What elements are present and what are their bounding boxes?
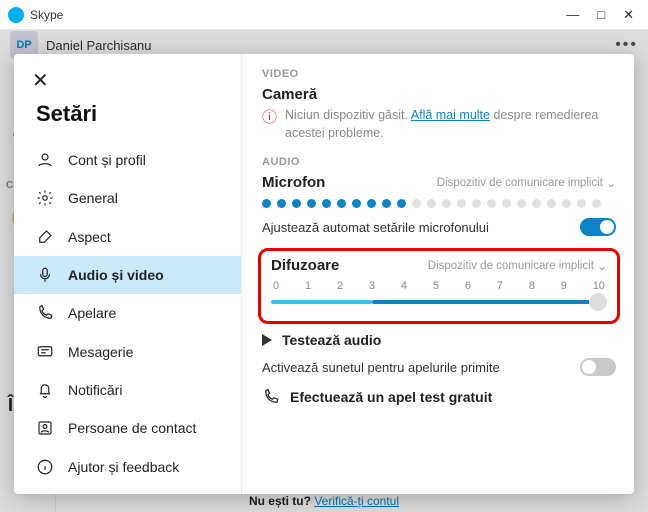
- audio-section-label: AUDIO: [262, 156, 616, 168]
- volume-slider-thumb[interactable]: [589, 293, 607, 311]
- microphone-device-select[interactable]: Dispozitiv de comunicare implicit: [437, 176, 616, 190]
- sidebar-item-audio-video[interactable]: Audio și video: [14, 256, 241, 294]
- settings-title: Setări: [14, 95, 241, 141]
- sidebar-item-messaging[interactable]: Mesagerie: [14, 333, 241, 371]
- ring-incoming-toggle[interactable]: [580, 358, 616, 376]
- no-device-text: Niciun dispozitiv găsit. Află mai multe …: [285, 107, 616, 142]
- speakers-device-select[interactable]: Dispozitiv de comunicare implicit: [428, 259, 607, 273]
- auto-adjust-toggle[interactable]: [580, 218, 616, 236]
- warning-icon: ⓘ: [262, 107, 277, 128]
- ring-incoming-label: Activează sunetul pentru apelurile primi…: [262, 360, 500, 375]
- message-icon: [36, 343, 54, 361]
- minimize-button[interactable]: —: [566, 7, 579, 23]
- video-section-label: VIDEO: [262, 68, 616, 80]
- brush-icon: [36, 228, 54, 246]
- phone-icon: [36, 304, 54, 322]
- speakers-heading: Difuzoare: [271, 257, 339, 274]
- maximize-button[interactable]: □: [597, 7, 605, 23]
- info-icon: [36, 458, 54, 476]
- contacts-icon: [36, 419, 54, 437]
- camera-heading: Cameră: [262, 86, 616, 103]
- play-icon: [262, 334, 272, 346]
- test-call-button[interactable]: Efectuează un apel test gratuit: [262, 388, 616, 406]
- sidebar-item-contacts[interactable]: Persoane de contact: [14, 409, 241, 447]
- sidebar-item-general[interactable]: General: [14, 179, 241, 217]
- sidebar-item-notifications[interactable]: Notificări: [14, 371, 241, 409]
- volume-ticks: 012345678910: [271, 280, 607, 292]
- sidebar-item-help[interactable]: Ajutor și feedback: [14, 448, 241, 486]
- test-audio-button[interactable]: Testează audio: [262, 332, 616, 348]
- settings-panel: ✕ Setări Cont și profil General Aspect A…: [14, 54, 634, 494]
- gear-icon: [36, 189, 54, 207]
- user-icon: [36, 151, 54, 169]
- sidebar-item-label: Mesagerie: [68, 344, 133, 360]
- sidebar-item-label: General: [68, 190, 118, 206]
- settings-content: VIDEO Cameră ⓘ Niciun dispozitiv găsit. …: [242, 54, 634, 494]
- settings-sidebar: ✕ Setări Cont și profil General Aspect A…: [14, 54, 242, 494]
- sidebar-item-appearance[interactable]: Aspect: [14, 218, 241, 256]
- sidebar-item-label: Notificări: [68, 382, 122, 398]
- microphone-icon: [36, 266, 54, 284]
- sidebar-item-label: Audio și video: [68, 267, 164, 283]
- learn-more-link[interactable]: Află mai multe: [411, 108, 490, 122]
- bell-icon: [36, 381, 54, 399]
- volume-slider[interactable]: [271, 295, 607, 309]
- sidebar-item-calling[interactable]: Apelare: [14, 294, 241, 332]
- sidebar-item-label: Aspect: [68, 229, 111, 245]
- app-icon: [8, 7, 24, 23]
- sidebar-item-label: Ajutor și feedback: [68, 459, 179, 475]
- sidebar-item-label: Persoane de contact: [68, 420, 196, 436]
- sidebar-item-account[interactable]: Cont și profil: [14, 141, 241, 179]
- close-icon[interactable]: ✕: [14, 62, 241, 95]
- sidebar-item-label: Cont și profil: [68, 152, 146, 168]
- phone-icon: [262, 388, 280, 406]
- microphone-heading: Microfon: [262, 174, 325, 191]
- close-button[interactable]: ✕: [623, 7, 634, 23]
- microphone-level-meter: [262, 199, 616, 208]
- auto-adjust-label: Ajustează automat setările microfonului: [262, 220, 489, 235]
- sidebar-item-label: Apelare: [68, 305, 116, 321]
- speakers-highlight: Difuzoare Dispozitiv de comunicare impli…: [258, 248, 620, 324]
- app-name: Skype: [30, 8, 63, 22]
